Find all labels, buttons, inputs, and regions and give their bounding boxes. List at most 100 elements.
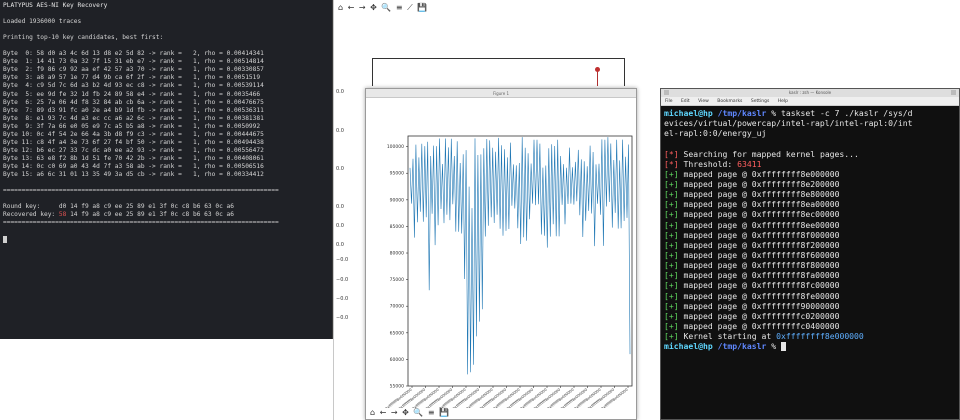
menu-settings[interactable]: Settings <box>751 99 769 104</box>
mapped-page-prefix: mapped page @ <box>683 239 747 250</box>
ok-mark: [+] <box>664 239 679 250</box>
candidate-hex-bytes: b6 ec 27 33 7c dc a0 ee a2 93 <box>36 146 145 154</box>
y-tick-label: 70000 <box>390 304 404 310</box>
mapped-page-prefix: mapped page @ <box>683 320 747 331</box>
kaslr-cursor <box>780 342 786 352</box>
mapped-page-prefix: mapped page @ <box>683 178 747 189</box>
kaslr-output[interactable]: michael@hp /tmp/kaslr % taskset -c 7 ./k… <box>661 106 959 352</box>
candidate-hex-bytes: 89 d3 91 fc a0 2e a4 b9 1d fb <box>36 106 145 114</box>
ok-mark: [+] <box>664 290 679 301</box>
menu-view[interactable]: View <box>698 99 709 104</box>
mapped-page-row: [+] mapped page @ 0xffffffff8f600000 <box>664 250 956 260</box>
candidate-byte-label: Byte 3: <box>3 74 33 82</box>
candidate-rho: 0.0051519 <box>226 74 261 82</box>
recovered-key-rest: 14 f9 a8 c9 ee 25 89 e1 3f 0c c8 b6 63 0… <box>70 211 234 219</box>
mapped-page-address: 0xffffffff8ea00000 <box>751 199 840 210</box>
mapped-page-prefix: mapped page @ <box>683 290 747 301</box>
candidate-rank: 1 <box>193 74 197 82</box>
key-candidate-row: Byte 3: a8 a9 57 1e 77 d4 9b ca 6f 2f ->… <box>3 74 261 82</box>
key-candidate-row: Byte 8: e1 93 7c 4d a3 ec cc a6 a2 6c ->… <box>3 114 264 122</box>
candidate-rank: 2 <box>193 50 197 58</box>
mapped-page-row: [+] mapped page @ 0xffffffff8fa00000 <box>664 270 956 280</box>
plot-toolbar-front[interactable]: ⌂ ← → ✥ 🔍 ≡ 💾 <box>370 408 450 417</box>
printing-candidates-line: Printing top-10 key candidates, best fir… <box>3 34 164 42</box>
candidate-byte-label: Byte 12: <box>3 146 33 154</box>
candidate-rank: 1 <box>193 98 197 106</box>
kaslr-titlebar[interactable]: kaslr : zsh — Konsole <box>661 89 959 97</box>
round-key-line: Round key: d0 14 f9 a8 c9 ee 25 89 e1 3f… <box>3 203 329 211</box>
energy-trace-line <box>409 137 631 375</box>
mapped-page-address: 0xffffffff8e800000 <box>751 189 840 200</box>
mapped-page-address: 0xffffffff8fc00000 <box>751 280 840 291</box>
plot-toolbar-back[interactable]: ⌂ ← → ✥ 🔍 ≡ ⟋ 💾 <box>338 3 428 13</box>
mapped-page-row: [+] mapped page @ 0xffffffff8f200000 <box>664 240 956 250</box>
candidate-hex-bytes: c8 4f a4 3e 73 6f 27 f4 bf 50 <box>36 138 145 146</box>
close-icon[interactable] <box>951 90 956 95</box>
mapped-page-prefix: mapped page @ <box>683 310 747 321</box>
mapped-page-prefix: mapped page @ <box>683 219 747 230</box>
candidate-rank: 1 <box>193 130 197 138</box>
candidate-byte-label: Byte 0: <box>3 50 33 58</box>
mapped-page-prefix: mapped page @ <box>683 209 747 220</box>
candidate-hex-bytes: c9 5d 7c 6d a3 b2 4d 93 ec c8 <box>36 82 145 90</box>
key-candidate-row: Byte 5: ee 9d fe 32 1d fb 24 89 58 e4 ->… <box>3 90 261 98</box>
plot-peak-stem <box>597 70 598 86</box>
candidate-hex-bytes: e1 93 7c 4d a3 ec cc a6 a2 6c <box>36 114 145 122</box>
candidate-rank: 1 <box>193 90 197 98</box>
back-y-tick-label: 0.0 <box>336 204 344 210</box>
aes-key-recovery-terminal[interactable]: PLATYPUS AES-NI Key Recovery Loaded 1936… <box>0 0 333 339</box>
candidate-rank: 1 <box>193 114 197 122</box>
ok-mark: [+] <box>664 260 679 271</box>
candidate-rho: 0.0050992 <box>226 122 261 130</box>
candidate-byte-label: Byte 7: <box>3 106 33 114</box>
candidate-rank: 1 <box>193 138 197 146</box>
candidate-byte-label: Byte 2: <box>3 66 33 74</box>
mapped-page-prefix: mapped page @ <box>683 249 747 260</box>
candidate-rank: 1 <box>193 146 197 154</box>
key-candidate-row: Byte 14: 0c c0 69 a0 43 4d 7f a3 58 ab -… <box>3 162 264 170</box>
mapped-page-row: [+] mapped page @ 0xffffffffc0400000 <box>664 321 956 331</box>
mapped-page-row: [+] mapped page @ 0xffffffff8f800000 <box>664 260 956 270</box>
menu-help[interactable]: Help <box>778 99 788 104</box>
ok-mark: [+] <box>664 189 679 200</box>
candidate-byte-label: Byte 6: <box>3 98 33 106</box>
plot-window-titlebar[interactable]: Figure 1 <box>366 89 636 98</box>
key-candidate-list: Byte 0: 58 d0 a3 4c 6d 13 d8 e2 5d 82 ->… <box>3 50 329 179</box>
candidate-byte-label: Byte 11: <box>3 138 33 146</box>
back-y-tick-label: 0.0 <box>336 166 344 172</box>
mapped-page-prefix: mapped page @ <box>683 189 747 200</box>
menu-bookmarks[interactable]: Bookmarks <box>717 99 742 104</box>
menu-edit[interactable]: Edit <box>681 99 690 104</box>
back-y-tick-label: 0.0 <box>336 89 344 95</box>
command-line-1: michael@hp /tmp/kaslr % taskset -c 7 ./k… <box>664 108 913 118</box>
threshold-line: [*] Threshold: 63411 <box>664 158 762 169</box>
y-tick-label: 100000 <box>387 144 404 150</box>
mapped-page-address: 0xffffffff8f000000 <box>751 229 840 240</box>
mapped-page-row: [+] mapped page @ 0xffffffff8ee00000 <box>664 220 956 230</box>
candidate-rho: 0.00408061 <box>226 154 264 162</box>
ok-mark: [+] <box>664 300 679 311</box>
mapped-page-address: 0xffffffff8ee00000 <box>751 219 840 230</box>
candidate-byte-label: Byte 1: <box>3 58 33 66</box>
menu-file[interactable]: File <box>665 99 673 104</box>
key-candidate-row: Byte 2: f9 86 c9 92 aa ef 42 57 a3 70 ->… <box>3 66 264 74</box>
candidate-rho: 0.00539114 <box>226 82 264 90</box>
mapped-page-row: [+] mapped page @ 0xffffffff8ea00000 <box>664 199 956 209</box>
key-candidate-row: Byte 0: 58 d0 a3 4c 6d 13 d8 e2 5d 82 ->… <box>3 50 264 58</box>
loaded-traces-line: Loaded 1936000 traces <box>3 18 82 26</box>
back-y-tick-label: 0.0 <box>336 223 344 229</box>
candidate-rank: 1 <box>193 66 197 74</box>
mapped-page-address: 0xffffffff90000000 <box>751 300 840 311</box>
candidate-hex-bytes: 25 7a 06 4d f8 32 84 ab cb 6a <box>36 98 145 106</box>
candidate-hex-bytes: 0c c0 69 a0 43 4d 7f a3 58 ab <box>36 162 145 170</box>
back-y-tick-label: 0.0 <box>336 128 344 134</box>
candidate-hex-bytes: 0c 4f 54 2e 66 4a 3b d8 f9 c3 <box>36 130 145 138</box>
ok-mark: [+] <box>664 270 679 281</box>
candidate-rank: 1 <box>193 170 197 178</box>
candidate-byte-label: Byte 15: <box>3 170 33 178</box>
kaslr-terminal-window[interactable]: kaslr : zsh — Konsole File Edit View Boo… <box>660 88 960 420</box>
trace-plot-window[interactable]: Figure 1 100000 95000 90000 85000 80000 75000… <box>365 88 637 420</box>
back-y-tick-label: −0.0 <box>336 257 349 263</box>
window-menu-icon[interactable] <box>664 90 669 95</box>
ok-mark: [+] <box>664 310 679 321</box>
